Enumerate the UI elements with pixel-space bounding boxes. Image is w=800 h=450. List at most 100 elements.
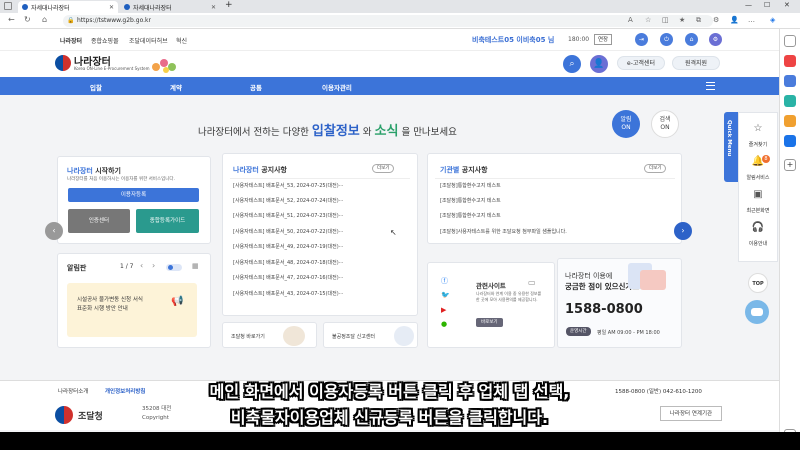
nav-item-bid[interactable]: 입찰 [90, 82, 102, 92]
agency-notice-row[interactable]: [조달청]통합환수고지 테스트 [440, 212, 501, 219]
quick-menu-recent[interactable]: 최근본화면 [738, 207, 778, 214]
nav-item-user-management[interactable]: 이용자관리 [322, 82, 352, 92]
quick-menu-tab[interactable]: Quick Menu [724, 112, 738, 182]
agency-notice-row[interactable]: [조달청]사용자테스트를 위한 조달요청 첨부파일 샘플입니다. [440, 228, 567, 235]
scroll-top-button[interactable]: TOP [748, 273, 768, 293]
related-sites-button[interactable]: 바로보기 [476, 318, 503, 327]
alarm-autoplay-toggle[interactable] [166, 264, 182, 271]
profile-icon[interactable]: 👤 [730, 16, 739, 24]
headset-icon[interactable]: 🎧 [751, 222, 765, 233]
quick-menu-favorites[interactable]: 즐겨찾기 [738, 141, 778, 148]
youtube-icon[interactable]: ▶ [441, 306, 446, 314]
shopping-icon[interactable] [784, 55, 796, 67]
agency-notice-row[interactable]: [조달청]통합환수고지 테스트 [440, 197, 501, 204]
logged-in-user: 비축테스트05 이비축05 님 [472, 36, 555, 44]
report-center-link-tile[interactable]: 불공정조달 신고센터 [323, 322, 418, 348]
alarm-board-title: 알림판 [67, 264, 87, 272]
my-page-icon[interactable]: ⌂ [685, 33, 698, 46]
minimize-icon[interactable]: — [745, 1, 752, 9]
browser-tab-2[interactable]: 자세대나라장터 ✕ [120, 1, 220, 13]
procurement-link-tile[interactable]: 조달청 바로가기 [222, 322, 317, 348]
search-on-toggle[interactable]: 검색 ON [651, 110, 679, 138]
extensions-icon[interactable]: ⚙ [713, 16, 719, 24]
grid-view-icon[interactable]: ▦ [192, 262, 199, 270]
all-menu-icon[interactable] [706, 82, 715, 90]
maximize-icon[interactable]: ☐ [764, 1, 770, 9]
remote-support-button[interactable]: 원격지원 [672, 56, 720, 70]
logo-emblem-icon[interactable] [55, 55, 71, 71]
customer-center-button[interactable]: e-고객센터 [617, 56, 665, 70]
alarm-message-box[interactable]: 시설공사 물가변동 신청 서식 표준화 시행 방안 안내 📢 [67, 283, 197, 337]
main-headline: 나라장터에서 전하는 다양한 입찰정보 와 소식 을 만나보세요 [198, 124, 457, 139]
user-menu-icon[interactable]: 👤 [590, 55, 608, 73]
favorite-star-icon[interactable]: ☆ [645, 16, 651, 24]
read-aloud-icon[interactable]: A [628, 16, 633, 24]
next-slide-button[interactable]: › [674, 222, 692, 240]
alarm-on-toggle[interactable]: 알림 ON [612, 110, 640, 138]
help-phone: 1588-0800 [565, 302, 643, 317]
agency-notice-row[interactable]: [조달청]통합환수고지 테스트 [440, 182, 501, 189]
notice-row[interactable]: [사용자테스트] 배포문서_50, 2024-07-22(대전)··· [233, 228, 343, 235]
notice-row[interactable]: [사용자테스트] 배포문서_53, 2024-07-25(대전)··· [233, 182, 343, 189]
close-tab-icon[interactable]: ✕ [211, 4, 216, 11]
question-bubble-icon [640, 270, 666, 290]
settings-icon[interactable]: ⚙ [709, 33, 722, 46]
facebook-icon[interactable]: ⓕ [441, 276, 448, 286]
user-register-button[interactable]: 이용자등록 [68, 188, 199, 202]
util-link-shopping-mall[interactable]: 종합쇼핑몰 [91, 36, 119, 45]
close-window-icon[interactable]: ✕ [784, 1, 790, 9]
more-menu-icon[interactable]: … [748, 16, 755, 24]
chatbot-icon[interactable] [745, 300, 769, 324]
video-letterbox [0, 432, 800, 450]
bookmark-star-icon[interactable]: ☆ [751, 123, 765, 134]
report-illustration-icon [394, 326, 414, 346]
extend-session-button[interactable]: 연장 [594, 34, 613, 45]
tools-icon[interactable] [784, 75, 796, 87]
agency-more-button[interactable]: 더보기 [644, 164, 667, 173]
notice-row[interactable]: [사용자테스트] 배포문서_47, 2024-07-16(대전)··· [233, 274, 343, 281]
favorites-icon[interactable]: ★ [679, 16, 685, 24]
registration-guide-button[interactable]: 종합등록가이드 [136, 209, 199, 233]
lock-icon: 🔒 [67, 17, 75, 24]
close-tab-icon[interactable]: ✕ [109, 4, 114, 11]
browser-tab-1[interactable]: 자세대나라장터 ✕ [18, 1, 118, 13]
nav-item-common[interactable]: 공통 [250, 82, 262, 92]
logout-icon[interactable]: ⇥ [635, 33, 648, 46]
url-input[interactable]: 🔒 https://tstwww.g2b.go.kr [63, 15, 713, 27]
notice-row[interactable]: [사용자테스트] 배포문서_52, 2024-07-24(대전)··· [233, 197, 343, 204]
next-alarm-icon[interactable]: › [152, 261, 155, 270]
power-icon[interactable]: ⏻ [660, 33, 673, 46]
office-icon[interactable] [784, 115, 796, 127]
prev-alarm-icon[interactable]: ‹ [140, 261, 143, 270]
notice-more-button[interactable]: 더보기 [372, 164, 395, 173]
tab-actions-icon[interactable] [4, 2, 12, 10]
notice-row[interactable]: [사용자테스트] 배포문서_48, 2024-07-18(대전)··· [233, 259, 343, 266]
copilot-icon[interactable]: ◈ [770, 16, 775, 24]
collections-icon[interactable]: ⧉ [696, 16, 701, 25]
util-link-data-hub[interactable]: 조달데이터허브 [129, 36, 168, 45]
home-icon[interactable]: ⌂ [42, 15, 47, 24]
notice-row[interactable]: [사용자테스트] 배포문서_49, 2024-07-19(대전)··· [233, 243, 343, 250]
search-icon[interactable]: ⌕ [563, 55, 581, 73]
quick-menu-alarm-service[interactable]: 알림서비스 [738, 174, 778, 181]
outlook-icon[interactable] [784, 135, 796, 147]
recent-screen-icon[interactable]: ▣ [751, 189, 765, 200]
split-screen-icon[interactable]: ◫ [662, 16, 669, 24]
quick-menu-guide[interactable]: 이용안내 [738, 240, 778, 247]
nav-item-contract[interactable]: 계약 [170, 82, 182, 92]
search-sidebar-icon[interactable] [784, 35, 796, 47]
add-sidebar-icon[interactable]: + [784, 159, 796, 171]
back-icon[interactable]: ← [8, 15, 15, 24]
new-tab-button[interactable]: + [225, 0, 233, 10]
util-link-innovation[interactable]: 혁신 [176, 36, 187, 45]
refresh-icon[interactable]: ↻ [24, 15, 31, 24]
util-link-narajangteo[interactable]: 나라장터 [60, 36, 82, 45]
prev-slide-button[interactable]: ‹ [45, 222, 63, 240]
notice-row[interactable]: [사용자테스트] 배포문서_43, 2024-07-15(대전)··· [233, 290, 343, 297]
twitter-icon[interactable]: 🐦 [441, 291, 450, 299]
cert-center-button[interactable]: 인증센터 [68, 209, 130, 233]
blog-icon[interactable]: ● [441, 320, 447, 328]
alarm-pager: 1 / 7 [120, 263, 134, 270]
games-icon[interactable] [784, 95, 796, 107]
notice-row[interactable]: [사용자테스트] 배포문서_51, 2024-07-23(대전)··· [233, 212, 343, 219]
